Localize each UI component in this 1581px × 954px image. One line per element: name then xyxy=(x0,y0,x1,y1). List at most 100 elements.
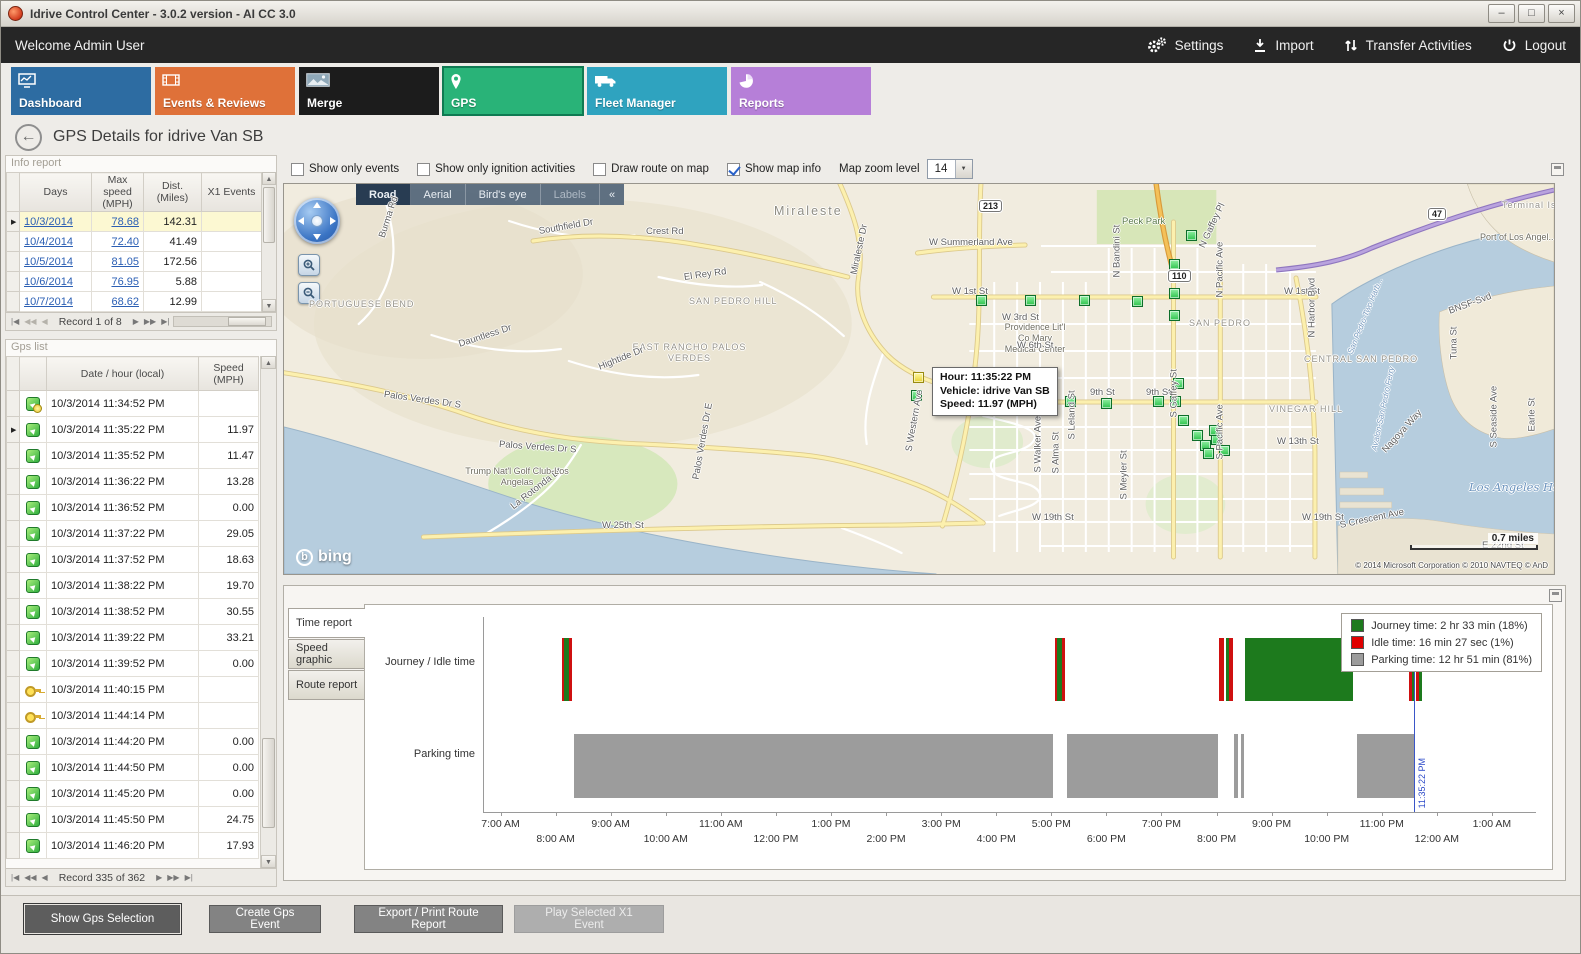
day-link[interactable]: 10/7/2014 xyxy=(24,296,73,308)
gps-marker[interactable] xyxy=(1025,295,1036,306)
pager-next-icon[interactable]: ▶ xyxy=(132,317,140,326)
col-speed[interactable]: Speed (MPH) xyxy=(199,357,259,391)
gps-marker[interactable] xyxy=(1065,396,1076,407)
gps-list-row[interactable]: 10/3/2014 11:44:14 PM xyxy=(7,703,259,729)
gps-list-row[interactable]: 10/3/2014 11:44:50 PM0.00 xyxy=(7,755,259,781)
gps-marker[interactable] xyxy=(1169,288,1180,299)
gps-list-row[interactable]: 10/3/2014 11:35:52 PM11.47 xyxy=(7,443,259,469)
gps-list-row[interactable]: 10/3/2014 11:34:52 PM xyxy=(7,391,259,417)
checkbox-draw-route-on-map[interactable]: Draw route on map xyxy=(593,163,709,176)
info-report-row[interactable]: 10/4/201472.4041.49 xyxy=(7,232,262,252)
maximize-button[interactable]: □ xyxy=(1518,4,1545,23)
scroll-down-icon[interactable]: ▼ xyxy=(261,855,276,868)
tile-gps[interactable]: GPS xyxy=(443,67,583,115)
gps-list-row[interactable]: 10/3/2014 11:37:22 PM29.05 xyxy=(7,521,259,547)
pager-next-page-icon[interactable]: ▶▶ xyxy=(143,317,157,326)
map-pan-compass[interactable] xyxy=(294,198,340,244)
checkbox-checked-icon[interactable] xyxy=(727,163,740,176)
col-days[interactable]: Days xyxy=(20,173,92,212)
pager-prev-page-icon[interactable]: ◀◀ xyxy=(23,317,37,326)
gps-list-row[interactable]: 10/3/2014 11:39:52 PM0.00 xyxy=(7,651,259,677)
gps-marker[interactable] xyxy=(911,390,922,401)
menu-item-settings[interactable]: Settings xyxy=(1147,37,1224,54)
chart-panel-collapse-icon[interactable] xyxy=(1549,589,1562,602)
pager-last-icon[interactable]: ▶| xyxy=(160,317,170,326)
map-tab-aerial[interactable]: Aerial xyxy=(411,184,466,205)
pager-first-icon[interactable]: |◀ xyxy=(10,873,20,882)
info-report-row[interactable]: 10/6/201476.955.88 xyxy=(7,272,262,292)
pager-next-icon[interactable]: ▶ xyxy=(155,873,163,882)
scroll-down-icon[interactable]: ▼ xyxy=(262,299,276,312)
export-print-route-report-button[interactable]: Export / Print Route Report xyxy=(354,905,503,933)
scroll-up-icon[interactable]: ▲ xyxy=(262,172,276,185)
gps-list-row[interactable]: 10/3/2014 11:40:15 PM xyxy=(7,677,259,703)
gps-marker[interactable] xyxy=(1132,296,1143,307)
map-zoom-select[interactable]: 14 ▼ xyxy=(927,159,973,179)
col-max-speed[interactable]: Max speed (MPH) xyxy=(92,173,144,212)
gps-marker[interactable] xyxy=(976,295,987,306)
info-report-hscrollbar[interactable] xyxy=(173,316,272,327)
pager-prev-icon[interactable]: ◀ xyxy=(41,317,49,326)
map-tab-labels[interactable]: Labels xyxy=(541,184,600,205)
col-dist[interactable]: Dist. (Miles) xyxy=(144,173,202,212)
zoom-out-button[interactable] xyxy=(298,282,320,304)
map-tab-road[interactable]: Road xyxy=(356,184,411,205)
gps-list-vscrollbar[interactable]: ▲ ▼ xyxy=(260,356,276,868)
max-speed-link[interactable]: 76.95 xyxy=(111,276,139,288)
col-date-hour[interactable]: Date / hour (local) xyxy=(47,357,199,391)
checkbox-show-map-info[interactable]: Show map info xyxy=(727,163,821,176)
info-report-row[interactable]: 10/7/201468.6212.99 xyxy=(7,292,262,312)
play-selected-x1-event-button[interactable]: Play Selected X1 Event xyxy=(514,905,664,933)
info-report-vscrollbar[interactable]: ▲ ▼ xyxy=(261,172,276,312)
max-speed-link[interactable]: 72.40 xyxy=(111,236,139,248)
tile-events-reviews[interactable]: Events & Reviews xyxy=(155,67,295,115)
gps-marker[interactable] xyxy=(1169,259,1180,270)
checkbox-show-only-ignition-activities[interactable]: Show only ignition activities xyxy=(417,163,575,176)
pager-prev-icon[interactable]: ◀ xyxy=(41,873,49,882)
tile-reports[interactable]: Reports xyxy=(731,67,871,115)
back-button[interactable]: ← xyxy=(15,124,42,151)
minimize-button[interactable]: – xyxy=(1488,4,1515,23)
gps-marker[interactable] xyxy=(1153,396,1164,407)
gps-marker[interactable] xyxy=(1178,415,1189,426)
gps-list-row[interactable]: 10/3/2014 11:36:52 PM0.00 xyxy=(7,495,259,521)
chevron-down-icon[interactable]: ▼ xyxy=(955,160,972,178)
gps-list-row[interactable]: 10/3/2014 11:45:20 PM0.00 xyxy=(7,781,259,807)
scroll-up-icon[interactable]: ▲ xyxy=(261,356,276,369)
gps-marker[interactable] xyxy=(1169,310,1180,321)
tab-route-report[interactable]: Route report xyxy=(288,670,364,700)
menu-item-import[interactable]: Import xyxy=(1253,38,1313,53)
gps-list-row[interactable]: 10/3/2014 11:37:52 PM18.63 xyxy=(7,547,259,573)
gps-list-row[interactable]: 10/3/2014 11:44:20 PM0.00 xyxy=(7,729,259,755)
max-speed-link[interactable]: 68.62 xyxy=(111,296,139,308)
zoom-in-button[interactable] xyxy=(298,254,320,276)
menu-item-logout[interactable]: Logout xyxy=(1502,38,1566,53)
col-x1-events[interactable]: X1 Events xyxy=(202,173,262,212)
gps-marker[interactable] xyxy=(1101,398,1112,409)
info-report-row[interactable]: ▶10/3/201478.68142.31 xyxy=(7,212,262,232)
gps-list-row[interactable]: 10/3/2014 11:38:22 PM19.70 xyxy=(7,573,259,599)
create-gps-event-button[interactable]: Create Gps Event xyxy=(209,905,321,933)
tile-fleet-manager[interactable]: Fleet Manager xyxy=(587,67,727,115)
pager-prev-page-icon[interactable]: ◀◀ xyxy=(23,873,37,882)
info-report-row[interactable]: 10/5/201481.05172.56 xyxy=(7,252,262,272)
day-link[interactable]: 10/5/2014 xyxy=(24,256,73,268)
checkbox-unchecked-icon[interactable] xyxy=(593,163,606,176)
tab-time-report[interactable]: Time report xyxy=(288,608,365,638)
pager-first-icon[interactable]: |◀ xyxy=(10,317,20,326)
pan-down-icon[interactable] xyxy=(313,234,321,240)
map-tabs-collapse-icon[interactable]: « xyxy=(600,184,624,205)
map-tab-birds-eye[interactable]: Bird's eye xyxy=(466,184,541,205)
gps-list-row[interactable]: 10/3/2014 11:38:52 PM30.55 xyxy=(7,599,259,625)
day-link[interactable]: 10/6/2014 xyxy=(24,276,73,288)
gps-list-row[interactable]: 10/3/2014 11:46:20 PM17.93 xyxy=(7,833,259,859)
pager-last-icon[interactable]: ▶| xyxy=(184,873,194,882)
tile-dashboard[interactable]: Dashboard xyxy=(11,67,151,115)
pan-left-icon[interactable] xyxy=(298,217,304,225)
checkbox-show-only-events[interactable]: Show only events xyxy=(291,163,399,176)
max-speed-link[interactable]: 78.68 xyxy=(111,216,139,228)
max-speed-link[interactable]: 81.05 xyxy=(111,256,139,268)
gps-list-row[interactable]: 10/3/2014 11:39:22 PM33.21 xyxy=(7,625,259,651)
map-panel-collapse-icon[interactable] xyxy=(1551,163,1564,176)
gps-marker[interactable] xyxy=(1219,445,1230,456)
